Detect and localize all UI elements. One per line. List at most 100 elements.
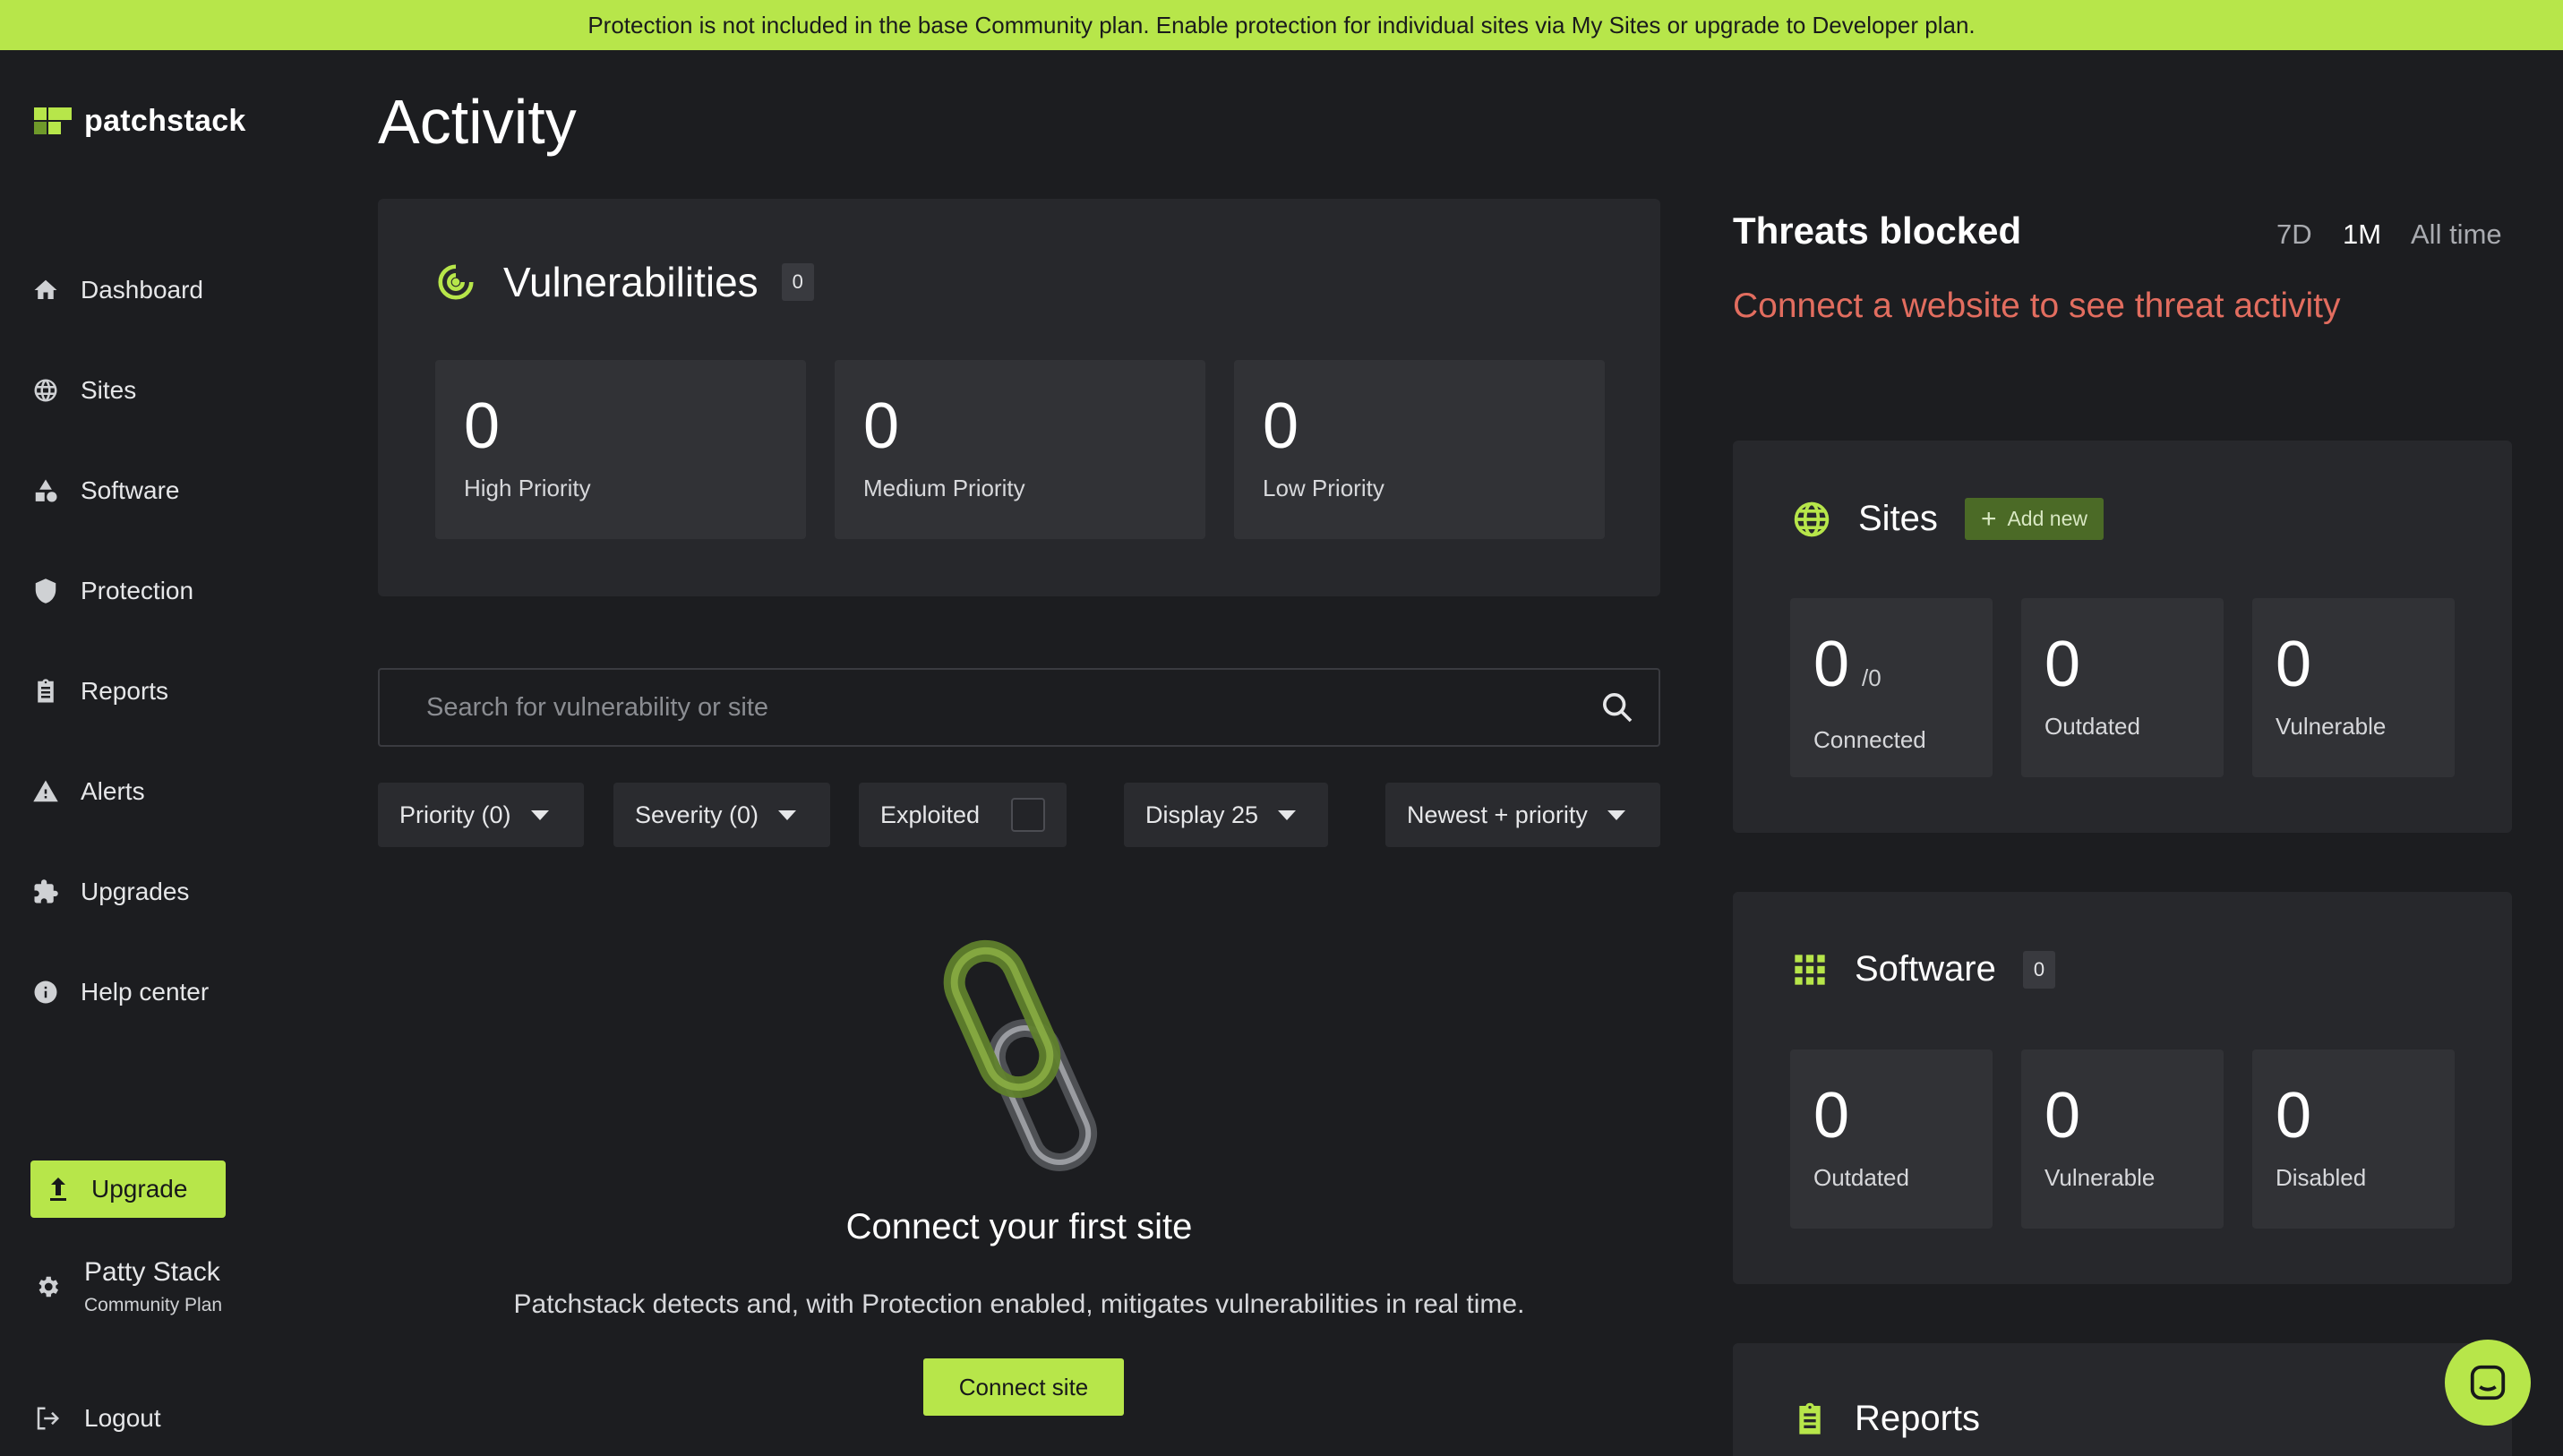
connect-site-label: Connect site: [958, 1373, 1089, 1400]
software-stats: 0 Outdated 0 Vulnerable 0 Disabled: [1790, 1049, 2455, 1229]
connected-sites-stat[interactable]: 0/0 Connected: [1790, 598, 1993, 777]
globe-icon: [34, 379, 57, 402]
sidebar-item-sites[interactable]: Sites: [32, 340, 319, 441]
exploited-filter[interactable]: Exploited: [859, 783, 1067, 847]
search-icon[interactable]: [1599, 689, 1635, 725]
sites-header: Sites + Add new: [1792, 498, 2104, 540]
stat-label: Medium Priority: [863, 475, 1025, 501]
grid-icon: [1795, 954, 1825, 985]
outdated-software-stat[interactable]: 0 Outdated: [1790, 1049, 1993, 1229]
connect-site-button[interactable]: Connect site: [923, 1358, 1124, 1416]
page-title: Activity: [378, 87, 577, 157]
priority-filter-label: Priority (0): [399, 801, 511, 828]
sidebar-item-alerts[interactable]: Alerts: [32, 741, 319, 842]
gear-icon: [39, 1276, 58, 1298]
home-icon: [34, 279, 57, 299]
threat-activity-message: Connect a website to see threat activity: [1733, 287, 2341, 325]
user-plan: Community Plan: [84, 1295, 223, 1315]
exploited-checkbox[interactable]: [1011, 798, 1045, 832]
add-new-label: Add new: [2007, 507, 2087, 530]
stat-label: Outdated: [1813, 1164, 1909, 1191]
chevron-down-icon: [1607, 809, 1625, 820]
chevron-down-icon: [778, 809, 797, 820]
sort-label: Newest + priority: [1407, 801, 1588, 828]
low-priority-stat[interactable]: 0 Low Priority: [1234, 360, 1605, 539]
sidebar-item-label: Alerts: [81, 777, 145, 805]
sidebar-item-label: Upgrades: [81, 878, 190, 905]
logout-button[interactable]: Logout: [34, 1404, 161, 1433]
stat-label: Low Priority: [1263, 475, 1384, 501]
high-priority-stat[interactable]: 0 High Priority: [435, 360, 806, 539]
sort-select[interactable]: Newest + priority: [1385, 783, 1660, 847]
sidebar-item-label: Reports: [81, 677, 169, 705]
software-card: Software 0 0 Outdated 0 Vulnerable 0 Dis…: [1733, 892, 2512, 1284]
info-icon: [34, 981, 57, 1004]
chat-launcher-button[interactable]: [2445, 1340, 2531, 1426]
sidebar-item-label: Protection: [81, 577, 194, 604]
range-all-time-tab[interactable]: All time: [2411, 218, 2502, 251]
warning-icon: [33, 780, 58, 802]
sidebar-item-upgrades[interactable]: Upgrades: [32, 842, 319, 942]
severity-filter[interactable]: Severity (0): [613, 783, 830, 847]
sidebar: patchstack Dashboard Sites Software Prot…: [0, 50, 340, 1456]
priority-filter[interactable]: Priority (0): [378, 783, 584, 847]
shapes-icon: [35, 479, 57, 502]
add-new-site-button[interactable]: + Add new: [1964, 498, 2104, 540]
sites-card: Sites + Add new 0/0 Connected 0 Outdated…: [1733, 441, 2512, 833]
exploited-filter-label: Exploited: [880, 801, 981, 828]
user-name: Patty Stack: [84, 1257, 220, 1287]
sites-stats: 0/0 Connected 0 Outdated 0 Vulnerable: [1790, 598, 2455, 777]
stat-value: 0: [2276, 1080, 2312, 1152]
sidebar-item-dashboard[interactable]: Dashboard: [32, 240, 319, 340]
sidebar-item-protection[interactable]: Protection: [32, 541, 319, 641]
display-count-select[interactable]: Display 25: [1124, 783, 1328, 847]
upgrade-label: Upgrade: [91, 1175, 188, 1203]
sidebar-item-reports[interactable]: Reports: [32, 641, 319, 741]
empty-state-title: Connect your first site: [845, 1207, 1193, 1246]
stat-suffix: /0: [1862, 664, 1882, 691]
reports-title: Reports: [1855, 1399, 1981, 1438]
severity-filter-label: Severity (0): [635, 801, 759, 828]
plus-icon: +: [1980, 503, 1997, 534]
clipboard-icon: [1799, 1402, 1821, 1435]
stat-value: 0: [1813, 629, 1850, 700]
stat-label: Vulnerable: [2044, 1164, 2156, 1191]
software-header: Software 0: [1792, 949, 2056, 989]
upload-arrow-icon: [50, 1178, 66, 1201]
range-7d-tab[interactable]: 7D: [2276, 218, 2312, 251]
stat-value: 0: [2044, 1080, 2081, 1152]
disabled-software-stat[interactable]: 0 Disabled: [2252, 1049, 2455, 1229]
vulnerable-software-stat[interactable]: 0 Vulnerable: [2021, 1049, 2224, 1229]
search-input[interactable]: [426, 692, 1599, 723]
globe-icon: [1794, 501, 1830, 536]
range-1m-tab[interactable]: 1M: [2343, 218, 2381, 251]
user-profile[interactable]: Patty Stack Community Plan: [34, 1257, 222, 1316]
sites-title: Sites: [1858, 499, 1938, 538]
logo[interactable]: patchstack: [34, 104, 246, 139]
vulnerabilities-card: Vulnerabilities 0 0 High Priority 0 Medi…: [378, 199, 1660, 596]
patchstack-logo-icon: [34, 107, 72, 136]
software-count-badge: 0: [2022, 950, 2056, 989]
search-bar: [378, 668, 1660, 747]
chain-link-illustration: [943, 939, 1098, 1171]
banner-text: Protection is not included in the base C…: [587, 11, 1976, 39]
stat-label: Connected: [1813, 726, 1926, 753]
upgrade-button[interactable]: Upgrade: [30, 1161, 226, 1218]
logout-icon: [37, 1407, 60, 1430]
sidebar-item-label: Dashboard: [81, 276, 203, 304]
vulnerable-sites-stat[interactable]: 0 Vulnerable: [2252, 598, 2455, 777]
sidebar-item-software[interactable]: Software: [32, 441, 319, 541]
vulnerabilities-header: Vulnerabilities 0: [435, 258, 814, 306]
stat-value: 0: [464, 390, 501, 462]
puzzle-icon: [34, 879, 58, 904]
reports-header: Reports: [1792, 1399, 1980, 1439]
medium-priority-stat[interactable]: 0 Medium Priority: [835, 360, 1205, 539]
sidebar-item-label: Software: [81, 476, 180, 504]
stat-value: 0: [2044, 629, 2081, 700]
outdated-sites-stat[interactable]: 0 Outdated: [2021, 598, 2224, 777]
shield-icon: [35, 578, 56, 604]
plan-banner: Protection is not included in the base C…: [0, 0, 2563, 50]
sidebar-item-help-center[interactable]: Help center: [32, 942, 319, 1042]
software-title: Software: [1855, 949, 1996, 989]
vulnerabilities-title: Vulnerabilities: [503, 259, 759, 305]
